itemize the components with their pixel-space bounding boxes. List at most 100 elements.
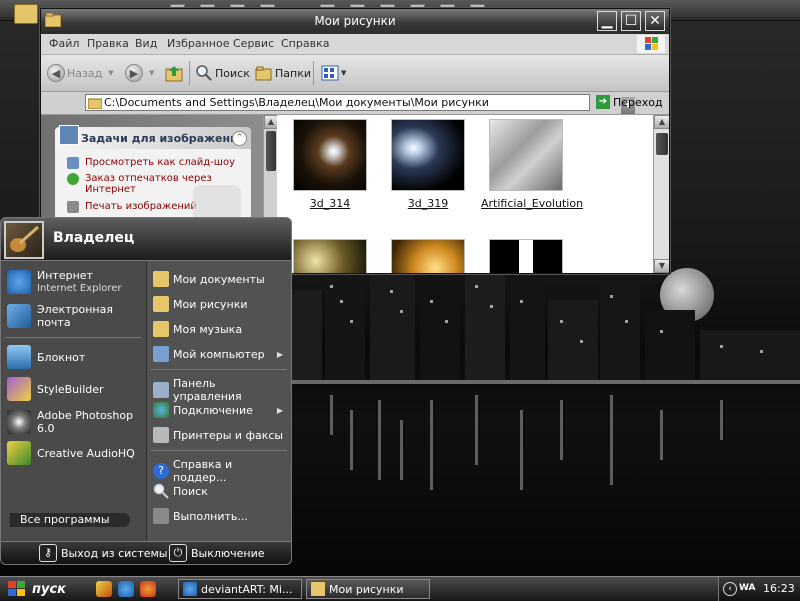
windows-logo-icon	[8, 581, 25, 596]
maximize-button[interactable]: ☐	[621, 11, 641, 31]
thumbnail-image	[293, 239, 367, 273]
run-icon	[153, 508, 169, 524]
place-control-panel[interactable]: Панель управления	[153, 377, 287, 403]
stylebuilder-icon	[7, 377, 31, 401]
recent-creative-audiohq[interactable]: Creative AudioHQ	[7, 441, 135, 465]
search-button[interactable]: Поиск	[195, 63, 250, 83]
my-computer-icon	[153, 346, 169, 362]
chevron-left-icon[interactable]: ‹	[723, 582, 737, 596]
folder-icon	[311, 582, 325, 596]
forward-button[interactable]: ▶ ▼	[125, 63, 154, 83]
address-input[interactable]: C:\Documents and Settings\Владелец\Мои д…	[85, 94, 635, 114]
search-icon	[153, 483, 169, 499]
winamp-tray-icon[interactable]: WA	[739, 583, 756, 593]
start-menu-divider	[151, 450, 287, 451]
scroll-thumb[interactable]	[266, 131, 276, 171]
file-item[interactable]: 3d_319	[383, 119, 473, 210]
address-path: C:\Documents and Settings\Владелец\Мои д…	[104, 96, 489, 109]
scroll-down-icon[interactable]: ▼	[654, 259, 669, 273]
pinned-internet[interactable]: Интернет Internet Explorer	[7, 269, 122, 295]
go-button[interactable]: ➔ Переход	[596, 95, 663, 109]
scroll-thumb[interactable]	[656, 133, 668, 155]
place-help[interactable]: ? Справка и поддер...	[153, 458, 287, 484]
slideshow-icon	[67, 157, 79, 169]
menu-tools[interactable]: Сервис	[233, 37, 274, 50]
menu-help[interactable]: Справка	[281, 37, 329, 50]
all-programs-button[interactable]: Все программы	[10, 513, 130, 527]
start-menu-divider	[5, 337, 141, 338]
menu-edit[interactable]: Правка	[87, 37, 129, 50]
start-button[interactable]: пуск	[0, 577, 86, 601]
menu-view[interactable]: Вид	[135, 37, 157, 50]
folder-icon[interactable]	[14, 4, 38, 24]
image-tasks-title: Задачи для изображений	[81, 132, 246, 145]
chevron-down-icon: ▼	[341, 69, 347, 77]
place-run[interactable]: Выполнить...	[153, 508, 287, 524]
place-connect[interactable]: Подключение ▶	[153, 402, 287, 418]
pinned-email[interactable]: Электронная почта	[7, 303, 137, 329]
recent-photoshop[interactable]: Adobe Photoshop 6.0	[7, 409, 146, 435]
start-menu-footer: ⚷ Выход из системы ⏻ Выключение	[0, 541, 292, 565]
back-button[interactable]: ◀ Назад ▼	[47, 63, 114, 83]
forward-arrow-icon: ▶	[125, 64, 143, 82]
file-item[interactable]	[285, 239, 375, 273]
recent-notepad[interactable]: Блокнот	[7, 345, 85, 369]
minimize-icon: ▁	[601, 13, 613, 29]
task-print-link[interactable]: Печать изображений	[67, 201, 197, 213]
place-my-music[interactable]: Моя музыка	[153, 321, 287, 337]
scroll-up-icon[interactable]: ▲	[264, 115, 278, 129]
views-button[interactable]: ▼	[321, 63, 346, 83]
file-item[interactable]: 3d_314	[285, 119, 375, 210]
go-label: Переход	[613, 95, 663, 109]
toolbar-separator	[189, 61, 190, 85]
window-titlebar[interactable]: Мои рисунки ▁ ☐ ✕	[41, 9, 669, 34]
file-list: 3d_314 3d_319 Artificial_Evolution	[277, 115, 653, 273]
clock[interactable]: 16:23	[763, 582, 795, 595]
windows-logo-icon	[637, 35, 665, 53]
file-item[interactable]	[481, 239, 571, 273]
logoff-button[interactable]: ⚷ Выход из системы	[39, 544, 167, 562]
address-bar: C:\Documents and Settings\Владелец\Мои д…	[41, 92, 669, 115]
user-avatar-guitar-icon[interactable]	[4, 221, 44, 259]
up-folder-button[interactable]	[165, 63, 185, 83]
start-menu-header: Владелец	[0, 217, 292, 261]
place-printers[interactable]: Принтеры и факсы	[153, 427, 287, 443]
network-globe-icon	[153, 402, 169, 418]
menu-file[interactable]: Файл	[49, 37, 79, 50]
taskbar-deviantart[interactable]: deviantART: Mi...	[178, 579, 302, 599]
collapse-icon[interactable]: ⌃	[232, 131, 247, 146]
recent-stylebuilder[interactable]: StyleBuilder	[7, 377, 104, 401]
shutdown-button[interactable]: ⏻ Выключение	[169, 544, 265, 562]
place-my-computer[interactable]: Мой компьютер ▶	[153, 346, 287, 362]
file-name: 3d_319	[407, 197, 449, 210]
file-name: Artificial_Evolution	[481, 197, 584, 210]
chevron-right-icon: ▶	[276, 349, 283, 359]
window-title: Мои рисунки	[314, 14, 396, 28]
scroll-up-icon[interactable]: ▲	[654, 115, 669, 129]
file-list-scrollbar[interactable]: ▲ ▼	[653, 115, 669, 273]
image-tasks-header[interactable]: Задачи для изображений ⌃	[55, 125, 251, 149]
quicklaunch-media-icon[interactable]	[96, 581, 112, 597]
file-item[interactable]: Artificial_Evolution	[481, 119, 584, 210]
file-item[interactable]	[383, 239, 473, 273]
place-my-documents[interactable]: Мои документы	[153, 271, 287, 287]
photoshop-eye-icon	[7, 410, 31, 434]
task-slideshow-link[interactable]: Просмотреть как слайд-шоу	[67, 157, 235, 169]
user-name: Владелец	[53, 230, 135, 246]
quicklaunch-ie-icon[interactable]	[118, 581, 134, 597]
internet-explorer-icon	[183, 582, 197, 596]
close-icon: ✕	[649, 13, 661, 29]
menu-favorites[interactable]: Избранное	[167, 37, 229, 50]
chevron-down-icon: ▼	[108, 69, 114, 77]
place-my-pictures[interactable]: Мои рисунки	[153, 296, 287, 312]
internet-explorer-icon	[7, 270, 31, 294]
place-search[interactable]: Поиск	[153, 483, 287, 499]
globe-icon	[67, 173, 79, 185]
quicklaunch-firefox-icon[interactable]	[140, 581, 156, 597]
notepad-icon	[7, 345, 31, 369]
taskbar-my-pictures[interactable]: Мои рисунки	[306, 579, 430, 599]
up-folder-icon	[165, 66, 183, 82]
minimize-button[interactable]: ▁	[597, 11, 617, 31]
folders-button[interactable]: Папки	[255, 63, 311, 83]
close-button[interactable]: ✕	[645, 11, 665, 31]
